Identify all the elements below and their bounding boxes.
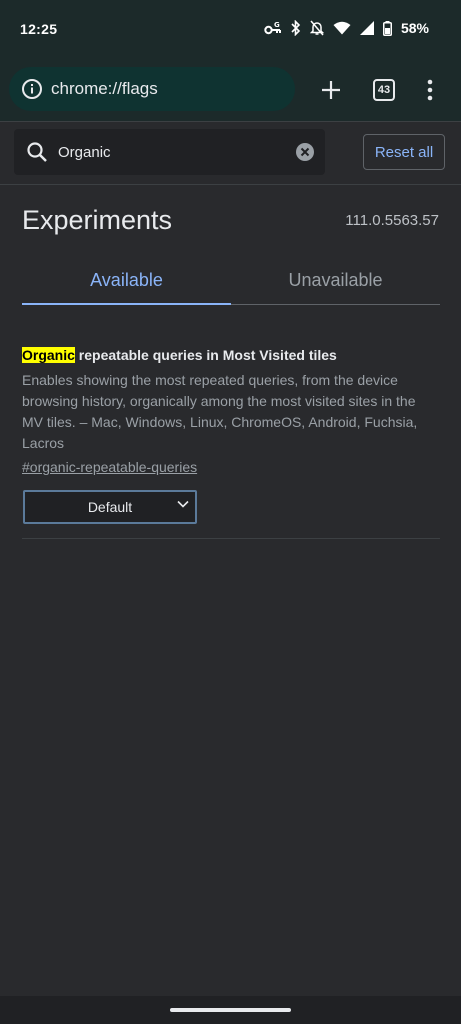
chevron-down-icon — [177, 500, 189, 508]
experiment-description: Enables showing the most repeated querie… — [22, 372, 418, 451]
battery-icon — [382, 20, 392, 36]
vpn-key-icon: G — [264, 21, 282, 35]
status-bar: 12:25 G 58% — [0, 0, 461, 58]
svg-text:G: G — [274, 21, 280, 29]
tab-count: 43 — [373, 79, 395, 101]
experiment-item: Organic repeatable queries in Most Visit… — [22, 344, 440, 524]
plus-icon — [322, 81, 340, 99]
url-text[interactable]: chrome://flags — [51, 79, 158, 99]
version-label: 111.0.5563.57 — [345, 212, 439, 229]
experiment-title: Organic repeatable queries in Most Visit… — [22, 344, 440, 366]
tab-available[interactable]: Available — [22, 258, 231, 302]
status-icons: G 58% — [264, 20, 429, 36]
flags-tabs: Available Unavailable — [22, 258, 440, 306]
bluetooth-icon — [291, 20, 301, 36]
flags-search-header: Reset all — [0, 122, 461, 185]
gesture-nav-bar — [0, 996, 461, 1024]
browser-toolbar: chrome://flags 43 — [0, 58, 461, 122]
page-title: Experiments — [22, 205, 173, 235]
search-icon — [27, 142, 47, 162]
omnibox[interactable]: chrome://flags — [9, 67, 295, 111]
more-vert-icon — [427, 79, 433, 101]
notifications-off-icon — [309, 20, 324, 36]
menu-button[interactable] — [410, 70, 450, 110]
experiment-state-select[interactable]: Default — [23, 490, 197, 524]
search-input[interactable] — [56, 142, 280, 162]
battery-percent: 58% — [400, 20, 429, 36]
search-box[interactable] — [14, 129, 325, 175]
experiment-permalink[interactable]: #organic-repeatable-queries — [22, 457, 197, 478]
select-value: Default — [87, 499, 133, 515]
info-icon[interactable] — [21, 78, 43, 100]
search-highlight: Organic — [22, 347, 75, 363]
clear-icon — [296, 143, 314, 161]
reset-all-button[interactable]: Reset all — [363, 134, 445, 170]
experiment-divider — [22, 538, 440, 539]
new-tab-button[interactable] — [311, 70, 351, 110]
wifi-icon — [333, 21, 351, 35]
tab-unavailable[interactable]: Unavailable — [231, 258, 440, 302]
cell-signal-icon — [359, 21, 374, 35]
tab-switcher-button[interactable]: 43 — [364, 70, 404, 110]
active-tab-indicator — [22, 303, 231, 305]
experiment-title-text: repeatable queries in Most Visited tiles — [74, 347, 337, 363]
home-handle[interactable] — [170, 1008, 291, 1012]
status-time: 12:25 — [20, 21, 58, 37]
clear-search-button[interactable] — [295, 142, 315, 167]
